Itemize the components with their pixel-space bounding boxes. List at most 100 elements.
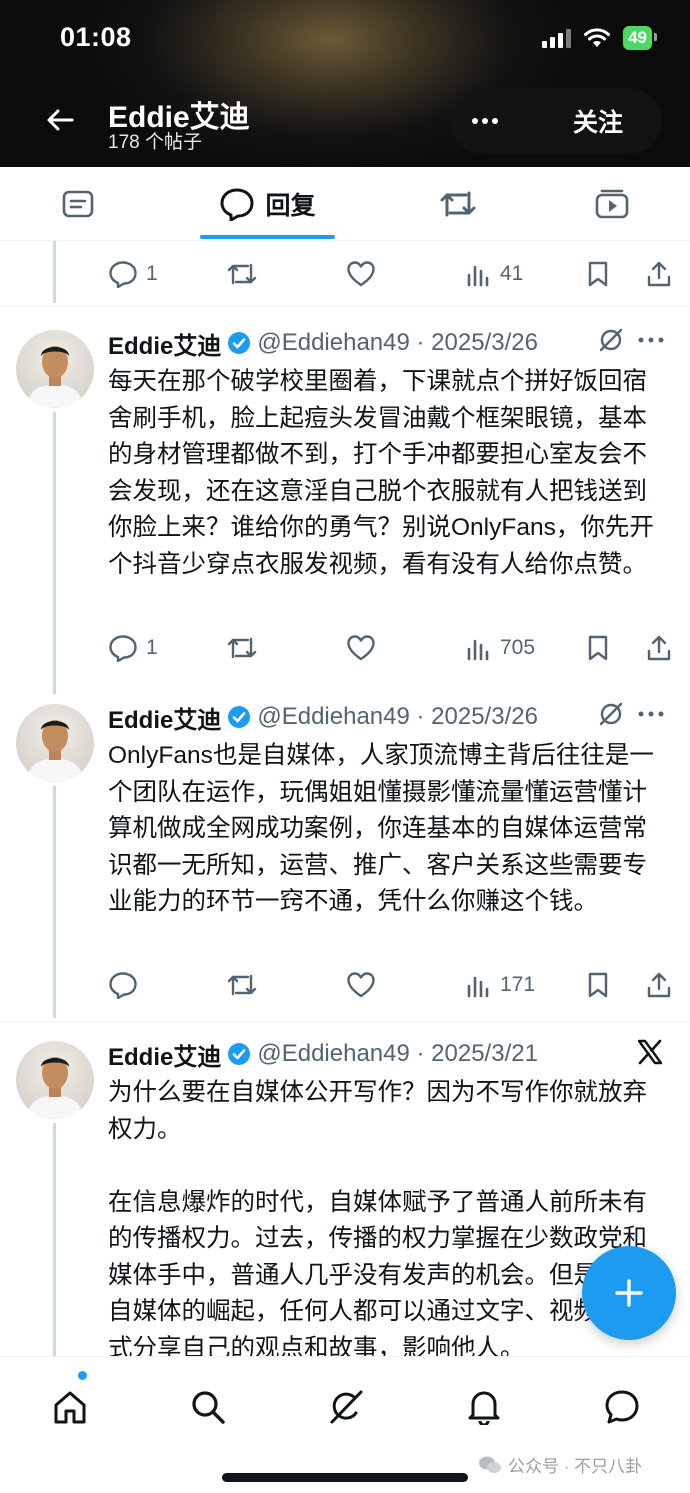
tweet-text[interactable]: 每天在那个破学校里圈着，下课就点个拼好饭回宿舍刷手机，脸上起痘头发冒油戴个框架眼… [108,364,668,583]
share-button[interactable] [646,254,672,294]
reply-icon [109,261,137,288]
author-name[interactable]: Eddie艾迪 [108,700,221,735]
avatar[interactable] [16,704,94,782]
like-button[interactable] [346,254,376,294]
tweet-header: Eddie艾迪 @Eddiehan49 · 2025/3/26 [108,697,678,737]
tab-active-indicator [200,235,335,239]
tweet-text[interactable]: OnlyFans也是自媒体，人家顶流博主背后往往是一个团队在运作，玩偶姐姐懂摄影… [108,738,668,921]
author-name[interactable]: Eddie艾迪 [108,326,221,361]
nav-notifications[interactable] [456,1379,512,1435]
views-button[interactable]: 41 [466,254,523,294]
nav-grok[interactable] [318,1379,374,1435]
like-button[interactable] [346,965,376,1005]
article-icon [62,190,94,218]
grok-icon [330,1390,363,1424]
thread-line [53,241,56,303]
bookmark-icon [588,261,608,287]
heart-icon [347,261,375,287]
bell-icon [468,1391,500,1425]
back-button[interactable] [40,100,80,140]
reply-count: 1 [146,262,158,285]
bookmark-button[interactable] [586,965,610,1005]
more-icon[interactable] [638,710,664,718]
like-button[interactable] [346,628,376,668]
bookmark-button[interactable] [586,628,610,668]
reply-button[interactable]: 1 [108,254,158,294]
tweet-header-icons [598,327,664,353]
nav-home[interactable] [42,1379,98,1435]
grok-icon[interactable] [598,701,624,727]
profile-tabs: 回复 [0,167,690,241]
tweet-header-icons [636,1038,664,1066]
grok-icon[interactable] [598,327,624,353]
verified-badge-icon [227,331,251,355]
compose-button[interactable] [582,1246,676,1340]
watermark: 公众号 · 不只八卦 [478,1452,642,1477]
reply-button[interactable] [108,965,138,1005]
repost-icon [227,263,257,285]
watermark-text: 公众号 · 不只八卦 [508,1457,643,1476]
profile-header: 01:08 49 Eddie艾迪 178 个帖子 关注 [0,0,690,167]
notification-dot [78,1371,87,1380]
share-button[interactable] [646,965,672,1005]
thread-line [53,786,56,1018]
analytics-icon [467,265,489,287]
verified-badge-icon [227,1042,251,1066]
avatar[interactable] [16,330,94,408]
home-icon [54,1391,86,1424]
handle-date: @Eddiehan49 · 2025/3/21 [257,1040,538,1067]
status-time: 01:08 [60,22,132,52]
repost-icon [440,191,476,217]
plus-icon [615,1279,643,1307]
tab-replies-label: 回复 [265,192,316,220]
avatar-image [25,1057,85,1119]
view-count: 705 [500,636,536,659]
thread-line [53,1123,56,1356]
tweet-actions: 171 [108,965,678,1005]
tab-posts[interactable] [48,167,108,241]
handle-date: @Eddiehan49 · 2025/3/26 [257,703,538,730]
views-button[interactable]: 705 [466,628,535,668]
reply-icon [109,972,137,999]
avatar[interactable] [16,1041,94,1119]
wechat-icon [479,1456,501,1473]
arrow-left-icon [47,109,74,131]
repost-button[interactable] [226,254,258,294]
repost-icon [227,637,257,659]
status-icons: 49 [542,26,657,50]
x-logo-icon[interactable] [636,1038,664,1066]
tweet-text[interactable]: 为什么要在自媒体公开写作？因为不写作你就放弃权力。 在信息爆炸的时代，自媒体赋予… [108,1075,668,1367]
signal-icon [542,28,572,48]
nav-messages[interactable] [594,1379,650,1435]
divider [0,306,690,307]
share-icon [647,635,671,661]
search-icon [192,1391,225,1424]
more-options-button[interactable] [460,96,510,146]
author-name[interactable]: Eddie艾迪 [108,1037,221,1072]
more-icon[interactable] [638,336,664,344]
tab-replies[interactable]: 回复 [205,167,330,241]
repost-button[interactable] [226,628,258,668]
follow-button[interactable]: 关注 [548,98,648,144]
repost-button[interactable] [226,965,258,1005]
heart-icon [347,972,375,998]
tab-reposts[interactable] [428,167,488,241]
share-button[interactable] [646,628,672,668]
views-button[interactable]: 171 [466,965,535,1005]
heart-icon [347,635,375,661]
verified-badge-icon [227,705,251,729]
divider [0,1021,690,1022]
bookmark-button[interactable] [586,254,610,294]
thread-line [53,412,56,694]
handle-date: @Eddiehan49 · 2025/3/26 [257,329,538,356]
media-icon [595,189,629,219]
tweet-actions: 1 41 [108,254,678,294]
avatar-image [25,346,85,408]
reply-button[interactable]: 1 [108,628,158,668]
tweet-actions: 1 705 [108,628,678,668]
tweet-header: Eddie艾迪 @Eddiehan49 · 2025/3/21 [108,1034,678,1074]
view-count: 41 [500,262,524,285]
view-count: 171 [500,973,536,996]
nav-search[interactable] [180,1379,236,1435]
tab-media[interactable] [582,167,642,241]
